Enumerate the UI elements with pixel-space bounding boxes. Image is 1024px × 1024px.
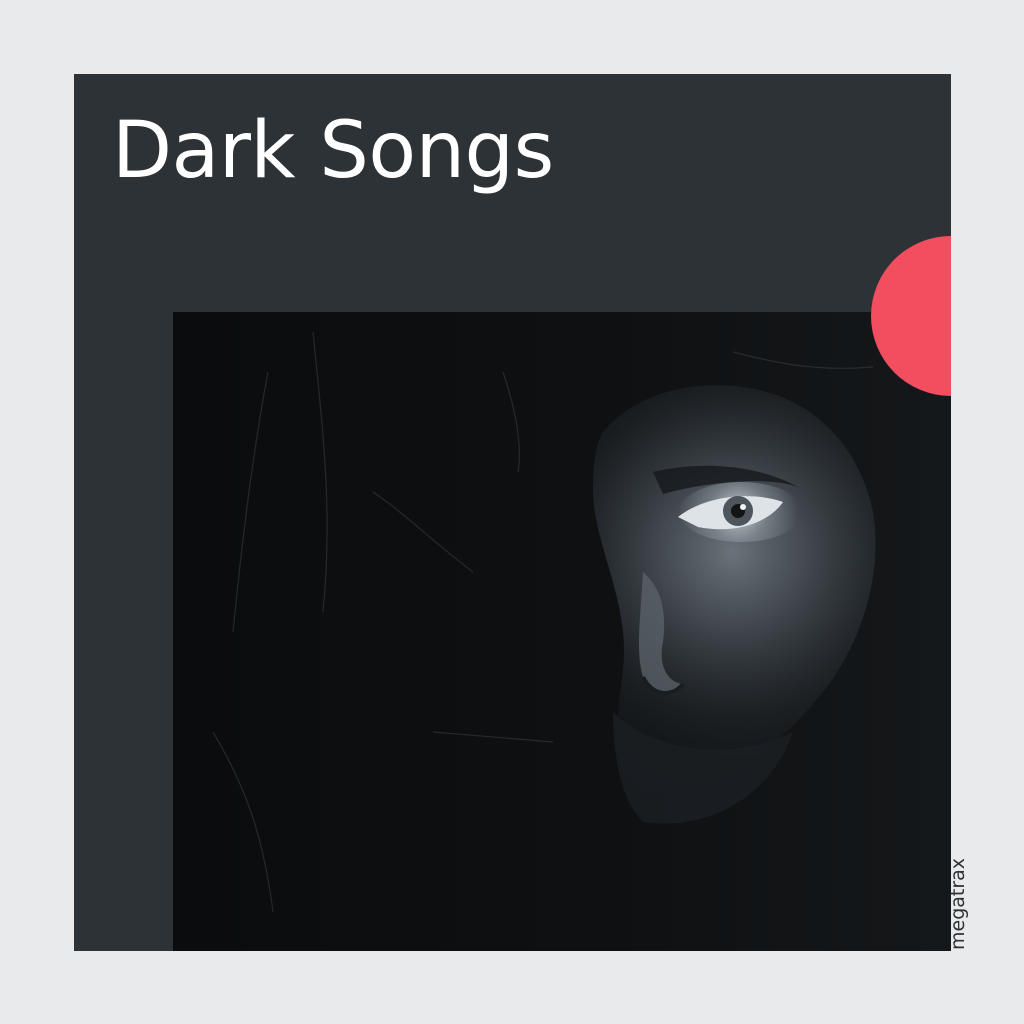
cover-title: Dark Songs	[112, 106, 554, 196]
cover-photo	[173, 312, 951, 951]
face-illustration	[173, 312, 951, 951]
album-cover: Dark Songs megatrax	[0, 0, 1024, 1024]
brand-label: megatrax	[947, 857, 969, 950]
accent-circle	[871, 236, 951, 396]
